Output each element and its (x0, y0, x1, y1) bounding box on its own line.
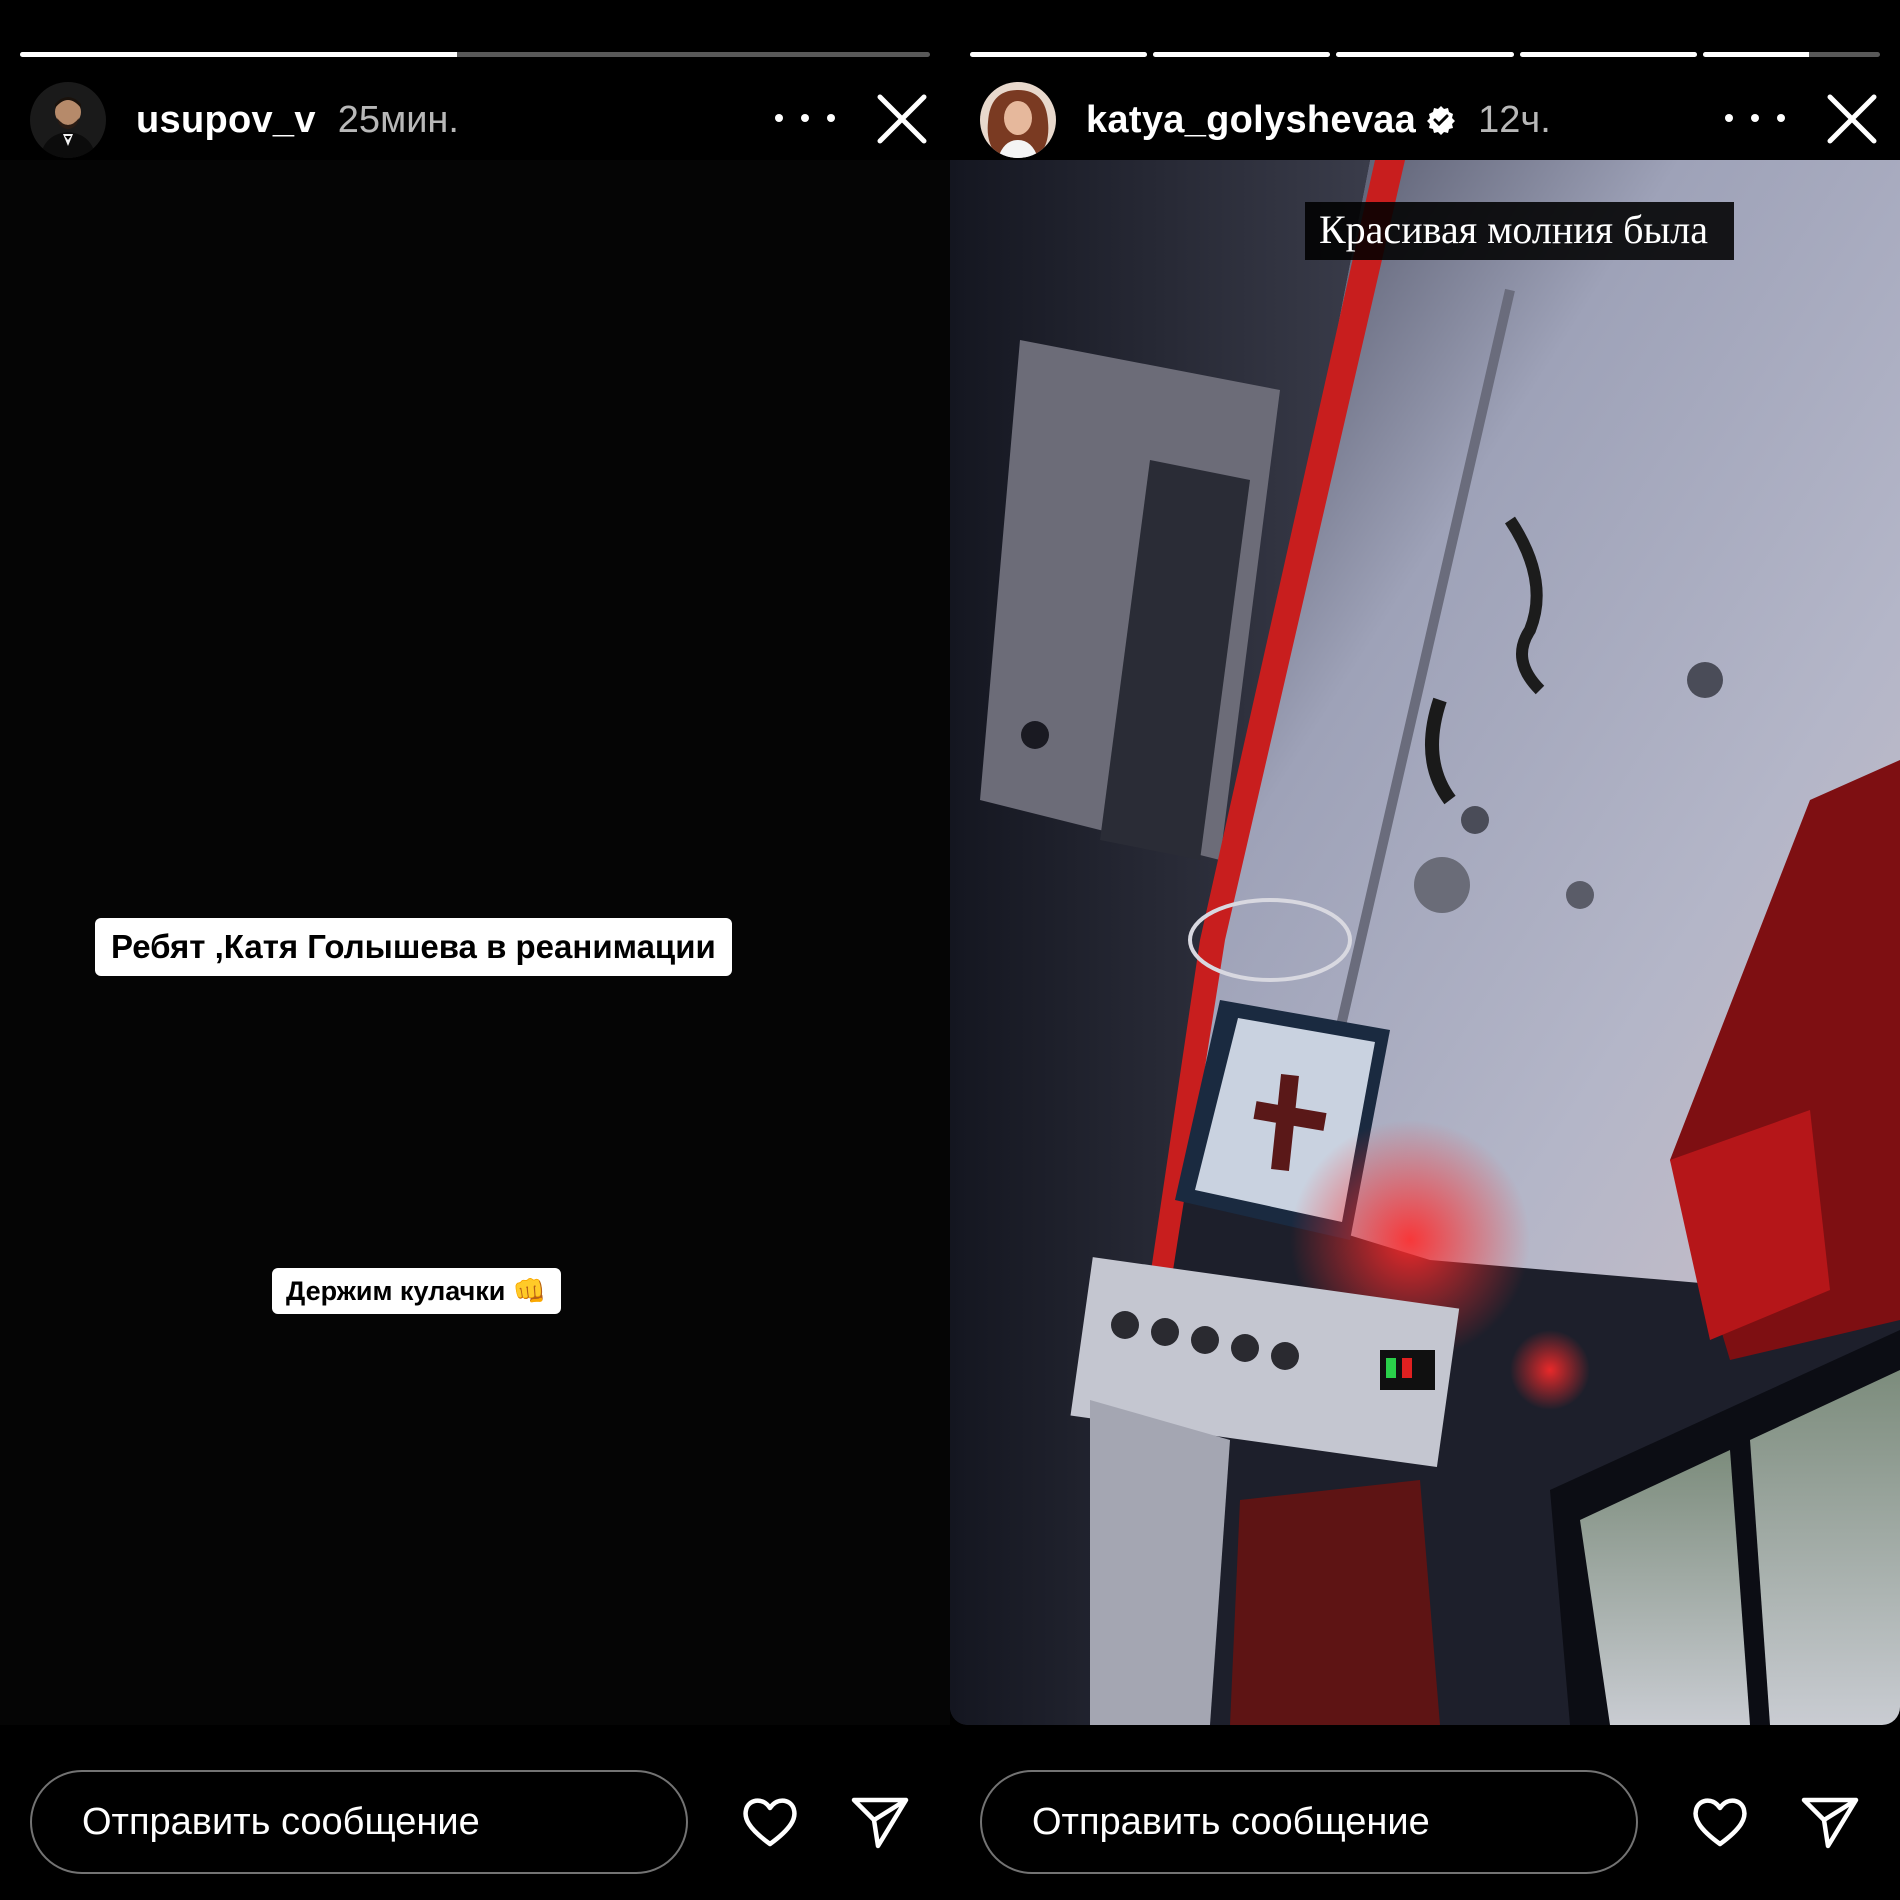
fist-emoji: 👊 (512, 1276, 547, 1306)
progress-fill (1153, 52, 1331, 57)
progress-fill (1702, 52, 1810, 57)
progress-segment (1702, 52, 1881, 57)
progress-segment (970, 52, 1148, 57)
progress-segment (1153, 52, 1331, 57)
text-sticker-main: Ребят ,Катя Голышева в реанимации (95, 918, 732, 976)
sticker-text: Держим кулачки (286, 1276, 506, 1306)
reply-input[interactable]: Отправить сообщение (30, 1770, 688, 1874)
text-sticker-secondary: Держим кулачки 👊 (272, 1268, 561, 1314)
more-icon[interactable] (775, 100, 835, 136)
text-caption: Красивая молния была (1305, 202, 1735, 260)
story-progress (970, 52, 1881, 57)
progress-fill (970, 52, 1148, 57)
progress-fill (20, 52, 457, 57)
story-media[interactable]: Красивая молния была (950, 160, 1900, 1725)
progress-fill (1336, 52, 1514, 57)
story-header: usupov_v 25мин. (30, 80, 459, 160)
timestamp: 25мин. (337, 98, 459, 141)
close-icon[interactable] (875, 92, 929, 146)
send-icon[interactable] (848, 1790, 912, 1854)
reply-input[interactable]: Отправить сообщение (980, 1770, 1638, 1874)
reply-placeholder: Отправить сообщение (82, 1800, 480, 1843)
story-media[interactable]: Ребят ,Катя Голышева в реанимации Держим… (0, 160, 950, 1725)
story-header: katya_golyshevaa 12ч. (980, 80, 1551, 160)
more-icon[interactable] (1725, 100, 1785, 136)
progress-segment (20, 52, 930, 57)
story-panel-katya: Красивая молния была katya_golyshevaa 12… (950, 0, 1900, 1900)
username[interactable]: usupov_v (136, 99, 316, 142)
progress-segment (1519, 52, 1697, 57)
reply-placeholder: Отправить сообщение (1032, 1800, 1430, 1843)
avatar[interactable] (980, 82, 1056, 158)
progress-fill (1519, 52, 1697, 57)
close-icon[interactable] (1825, 92, 1879, 146)
story-progress (20, 52, 930, 57)
avatar[interactable] (30, 82, 106, 158)
story-panel-usupov: usupov_v 25мин. Ребят ,Катя Голышева в р… (0, 0, 950, 1900)
send-icon[interactable] (1798, 1790, 1862, 1854)
heart-icon[interactable] (1688, 1790, 1752, 1854)
progress-segment (1336, 52, 1514, 57)
ambulance-photo (950, 160, 1900, 1725)
verified-icon (1427, 106, 1456, 135)
timestamp: 12ч. (1478, 98, 1551, 141)
heart-icon[interactable] (738, 1790, 802, 1854)
username[interactable]: katya_golyshevaa (1086, 99, 1416, 142)
